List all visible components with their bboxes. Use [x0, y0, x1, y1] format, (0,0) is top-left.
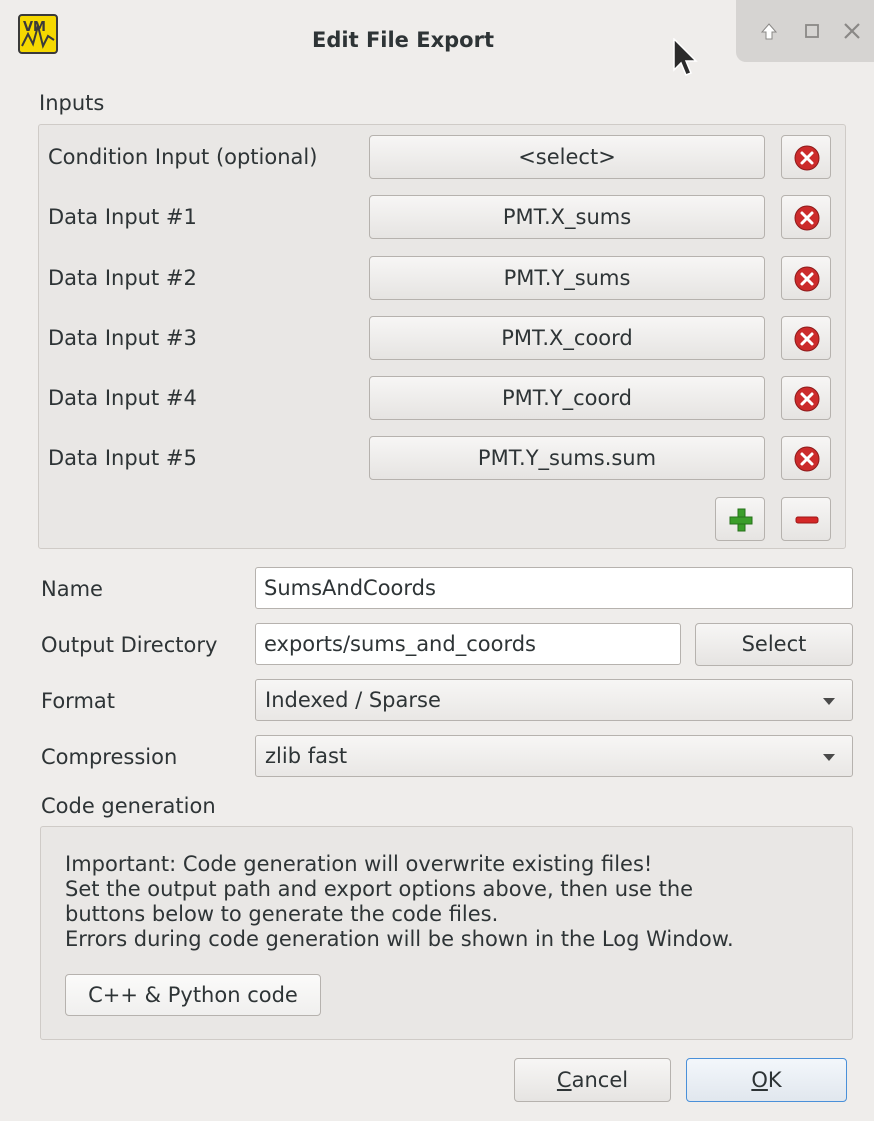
name-input[interactable]: SumsAndCoords: [255, 567, 853, 609]
format-select[interactable]: Indexed / Sparse: [255, 679, 853, 721]
remove-icon: [794, 205, 820, 231]
code-generation-group: Important: Code generation will overwrit…: [40, 826, 853, 1040]
data-input-remove-button[interactable]: [781, 376, 831, 420]
data-input-label: Data Input #3: [48, 326, 197, 350]
condition-input-remove-button[interactable]: [781, 135, 831, 179]
data-input-select-button[interactable]: PMT.X_coord: [369, 316, 765, 360]
maximize-icon: [805, 24, 819, 38]
maximize-button[interactable]: [795, 14, 829, 48]
codegen-note-line: buttons below to generate the code files…: [65, 902, 499, 926]
remove-icon: [794, 266, 820, 292]
ok-label: K: [767, 1068, 782, 1092]
output-directory-label: Output Directory: [41, 633, 218, 657]
mouse-cursor-icon: [673, 38, 698, 76]
format-value: Indexed / Sparse: [265, 688, 441, 712]
ok-button[interactable]: OK: [686, 1058, 847, 1102]
cancel-mnemonic: C: [556, 1068, 572, 1092]
chevron-down-icon: [823, 754, 835, 761]
name-label: Name: [41, 577, 103, 601]
plus-icon: [729, 508, 753, 532]
condition-input-select-button[interactable]: <select>: [369, 135, 765, 179]
data-input-remove-button[interactable]: [781, 316, 831, 360]
inputs-section-label: Inputs: [39, 91, 105, 115]
compression-value: zlib fast: [265, 744, 348, 768]
compression-label: Compression: [41, 745, 178, 769]
data-input-select-button[interactable]: PMT.X_sums: [369, 195, 765, 239]
data-input-value: PMT.Y_sums: [503, 266, 631, 290]
edit-file-export-dialog: VM Edit File Export Inputs Condition Inp…: [0, 0, 874, 1121]
data-input-value: PMT.Y_coord: [502, 386, 632, 410]
output-directory-input[interactable]: exports/sums_and_coords: [255, 623, 681, 665]
minus-icon: [795, 516, 819, 524]
window-controls: [736, 0, 874, 62]
remove-input-button[interactable]: [781, 497, 831, 541]
select-directory-button[interactable]: Select: [695, 623, 853, 666]
remove-icon: [794, 446, 820, 472]
remove-icon: [794, 386, 820, 412]
data-input-select-button[interactable]: PMT.Y_sums: [369, 256, 765, 300]
codegen-note-line: Errors during code generation will be sh…: [65, 927, 734, 951]
remove-icon: [794, 326, 820, 352]
cancel-label: ancel: [571, 1068, 629, 1092]
chevron-down-icon: [823, 698, 835, 705]
ok-mnemonic: O: [751, 1068, 768, 1092]
remove-icon: [794, 145, 820, 171]
code-generation-section-label: Code generation: [41, 794, 216, 818]
add-input-button[interactable]: [715, 497, 765, 541]
keep-above-button[interactable]: [752, 14, 786, 48]
data-input-label: Data Input #2: [48, 266, 197, 290]
generate-code-button[interactable]: C++ & Python code: [65, 974, 321, 1016]
condition-input-label: Condition Input (optional): [48, 145, 318, 169]
data-input-select-button[interactable]: PMT.Y_sums.sum: [369, 436, 765, 480]
data-input-select-button[interactable]: PMT.Y_coord: [369, 376, 765, 420]
select-directory-label: Select: [741, 632, 807, 656]
title-bar: VM Edit File Export: [0, 0, 874, 84]
generate-code-label: C++ & Python code: [88, 983, 298, 1007]
format-label: Format: [41, 689, 116, 713]
data-input-label: Data Input #1: [48, 205, 197, 229]
cancel-button[interactable]: Cancel: [514, 1058, 671, 1102]
data-input-remove-button[interactable]: [781, 256, 831, 300]
close-button[interactable]: [835, 14, 869, 48]
data-input-remove-button[interactable]: [781, 195, 831, 239]
inputs-group: Condition Input (optional) <select> Data…: [38, 124, 846, 549]
data-input-remove-button[interactable]: [781, 436, 831, 480]
data-input-value: PMT.X_sums: [502, 205, 632, 229]
data-input-label: Data Input #4: [48, 386, 197, 410]
arrow-up-icon: [760, 23, 778, 40]
codegen-note-line: Important: Code generation will overwrit…: [65, 852, 653, 876]
data-input-label: Data Input #5: [48, 446, 197, 470]
condition-input-value: <select>: [518, 145, 616, 169]
data-input-value: PMT.Y_sums.sum: [477, 446, 657, 470]
data-input-value: PMT.X_coord: [501, 326, 633, 350]
compression-select[interactable]: zlib fast: [255, 735, 853, 777]
codegen-note-line: Set the output path and export options a…: [65, 877, 694, 901]
close-icon: [844, 23, 860, 39]
